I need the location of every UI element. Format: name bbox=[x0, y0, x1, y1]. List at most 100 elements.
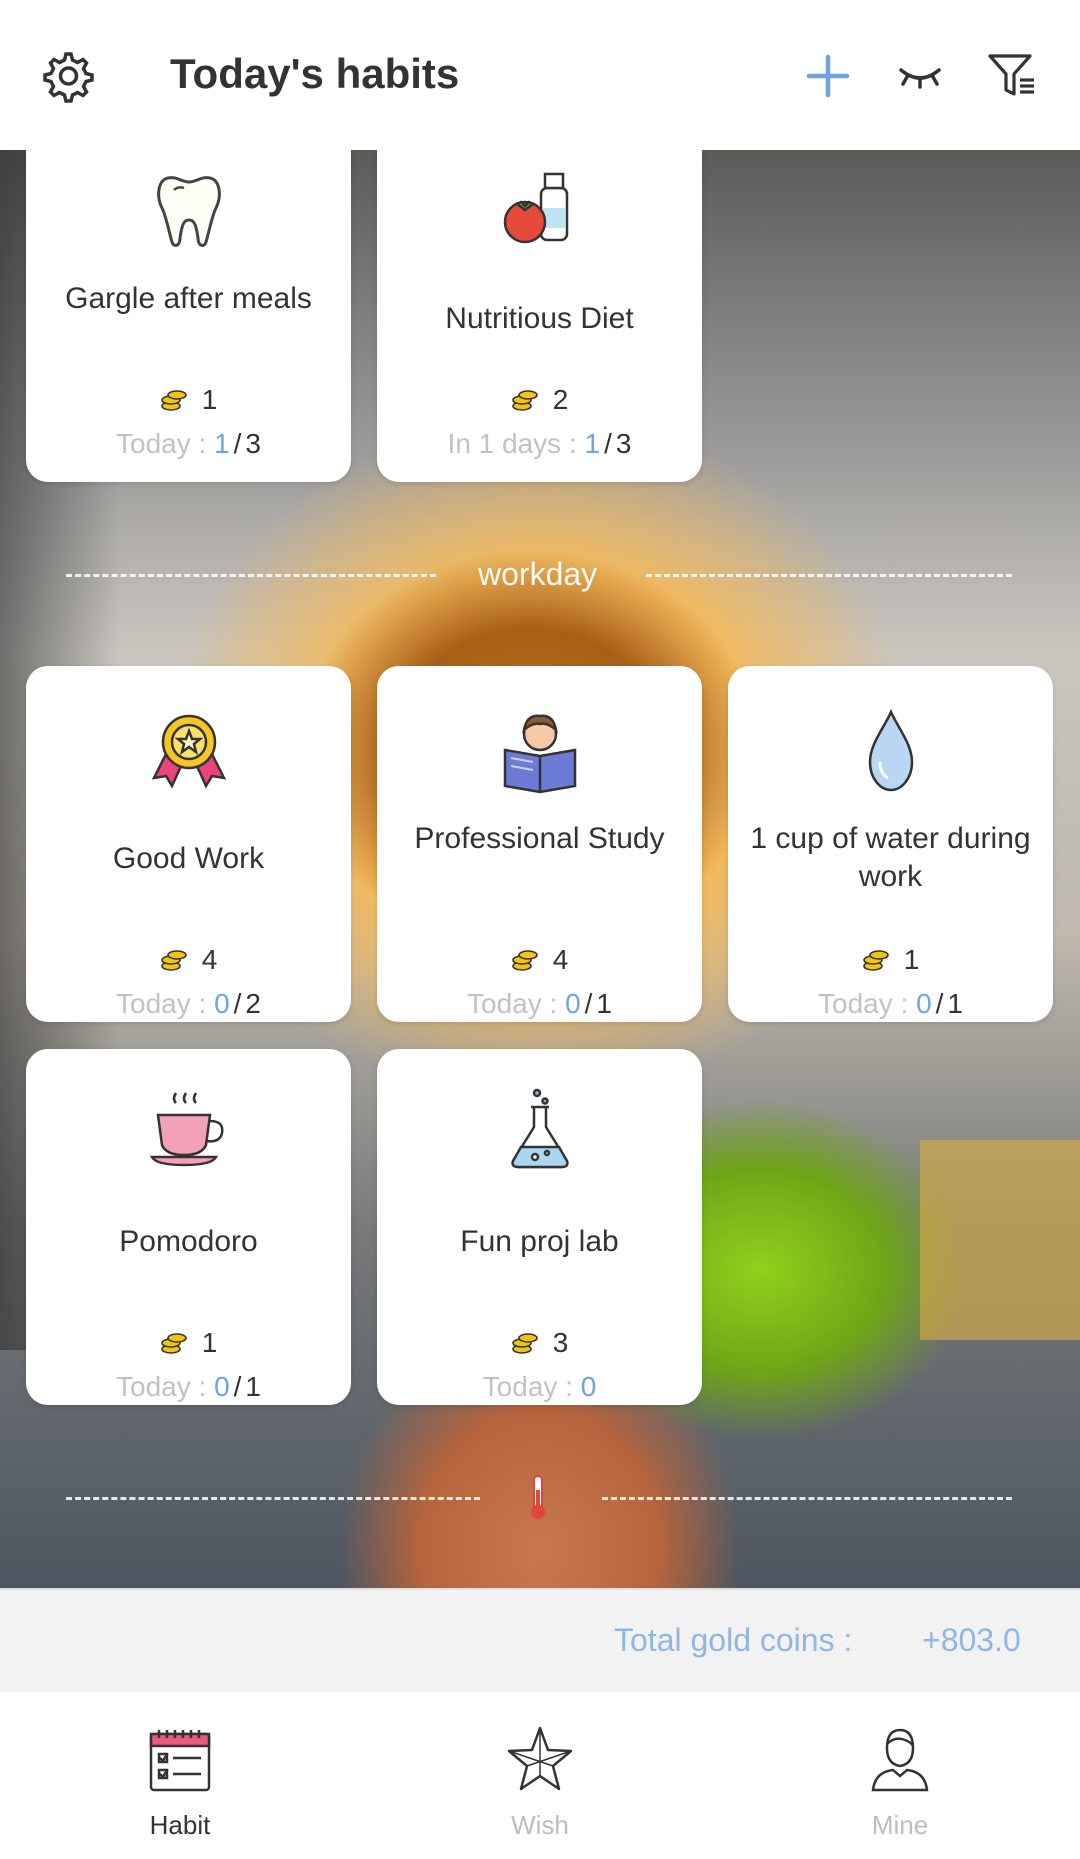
coin-count: 1 bbox=[903, 944, 920, 975]
progress-slash: / bbox=[233, 1371, 242, 1402]
habit-progress: Today : 0/2 bbox=[26, 988, 351, 1020]
progress-slash: / bbox=[233, 428, 242, 459]
coin-stack-icon bbox=[511, 1333, 538, 1354]
progress-label: Today : bbox=[467, 988, 558, 1019]
habit-card-fun-proj-lab[interactable]: Fun proj lab 3 Today : 0 bbox=[377, 1049, 702, 1405]
progress-label: Today : bbox=[116, 428, 207, 459]
coin-stack-icon bbox=[160, 390, 187, 411]
coin-stack-icon bbox=[160, 1333, 187, 1354]
filter-icon[interactable] bbox=[980, 44, 1044, 108]
nav-item-mine[interactable]: Mine bbox=[800, 1692, 1000, 1859]
thermometer-icon bbox=[526, 1474, 550, 1522]
person-icon bbox=[865, 1724, 935, 1794]
habit-coins: 1 bbox=[728, 944, 1053, 976]
habit-card-water[interactable]: 1 cup of water during work 1 Today : 0/1 bbox=[728, 666, 1053, 1022]
progress-done: 0 bbox=[214, 988, 230, 1019]
habit-progress: In 1 days : 1/3 bbox=[377, 428, 702, 460]
habit-name: Professional Study bbox=[414, 822, 665, 855]
habit-name: Good Work bbox=[112, 842, 265, 875]
progress-slash: / bbox=[233, 988, 242, 1019]
progress-total: 1 bbox=[947, 988, 963, 1019]
habit-coins: 4 bbox=[377, 944, 702, 976]
group-divider-left bbox=[66, 574, 436, 577]
group-divider-left bbox=[66, 1497, 480, 1500]
plus-icon[interactable] bbox=[796, 44, 860, 108]
habit-card-nutritious-diet[interactable]: Nutritious Diet 2 In 1 days : 1/3 bbox=[377, 130, 702, 482]
tomato-milk-icon bbox=[495, 164, 585, 254]
progress-total: 1 bbox=[596, 988, 612, 1019]
nav-label: Wish bbox=[511, 1810, 569, 1840]
total-coins-label: Total gold coins : bbox=[614, 1622, 853, 1658]
water-drop-icon bbox=[846, 706, 936, 796]
progress-total: 3 bbox=[245, 428, 261, 459]
coin-count: 4 bbox=[552, 944, 569, 975]
nav-item-habit[interactable]: Habit bbox=[80, 1692, 280, 1859]
habit-progress: Today : 1/3 bbox=[26, 428, 351, 460]
progress-done: 1 bbox=[584, 428, 601, 459]
bottom-nav: Habit Wish Mine bbox=[0, 1692, 1080, 1859]
medal-icon bbox=[144, 706, 234, 796]
habit-card-gargle[interactable]: Gargle after meals 1 Today : 1/3 bbox=[26, 130, 351, 482]
progress-slash: / bbox=[935, 988, 944, 1019]
total-bar bbox=[0, 1588, 1080, 1692]
progress-label: Today : bbox=[116, 988, 207, 1019]
progress-slash: / bbox=[584, 988, 593, 1019]
progress-label: In 1 days : bbox=[447, 428, 577, 459]
habit-coins: 1 bbox=[26, 384, 351, 416]
habit-card-pomodoro[interactable]: Pomodoro 1 Today : 0/1 bbox=[26, 1049, 351, 1405]
habit-name: Nutritious Diet bbox=[445, 302, 634, 335]
calendar-checklist-icon bbox=[145, 1724, 215, 1794]
coin-count: 1 bbox=[201, 384, 218, 415]
progress-done: 0 bbox=[916, 988, 932, 1019]
habit-coins: 2 bbox=[377, 384, 702, 416]
page-title: Today's habits bbox=[170, 50, 460, 97]
progress-total: 2 bbox=[245, 988, 261, 1019]
total-coins-value: +803.0 bbox=[922, 1622, 1021, 1658]
coin-stack-icon bbox=[511, 390, 538, 411]
progress-done: 0 bbox=[214, 1371, 230, 1402]
habit-name: Pomodoro bbox=[119, 1225, 258, 1258]
coin-count: 2 bbox=[552, 384, 569, 415]
habit-name: 1 cup of water during work bbox=[750, 822, 1031, 893]
habit-coins: 1 bbox=[26, 1327, 351, 1359]
habit-coins: 4 bbox=[26, 944, 351, 976]
progress-label: Today : bbox=[482, 1371, 573, 1402]
coin-count: 1 bbox=[201, 1327, 218, 1358]
star-icon bbox=[505, 1724, 575, 1794]
habit-progress: Today : 0/1 bbox=[26, 1371, 351, 1403]
flask-icon bbox=[495, 1085, 585, 1175]
group-divider-right bbox=[646, 574, 1012, 577]
progress-total: 1 bbox=[245, 1371, 261, 1402]
eye-closed-icon[interactable] bbox=[888, 44, 952, 108]
header: Today's habits bbox=[0, 0, 1080, 150]
nav-label: Mine bbox=[871, 1810, 929, 1840]
habit-card-professional-study[interactable]: Professional Study 4 Today : 0/1 bbox=[377, 666, 702, 1022]
progress-total: 3 bbox=[615, 428, 632, 459]
coin-stack-icon bbox=[511, 950, 538, 971]
progress-done: 0 bbox=[580, 1371, 597, 1402]
tea-cup-icon bbox=[144, 1085, 234, 1175]
coin-count: 4 bbox=[201, 944, 218, 975]
app: Today's habits Gargle after meals 1 Toda… bbox=[0, 0, 1080, 1859]
habit-coins: 3 bbox=[377, 1327, 702, 1359]
group-divider-right bbox=[602, 1497, 1012, 1500]
habit-progress: Today : 0 bbox=[377, 1371, 702, 1403]
nav-item-wish[interactable]: Wish bbox=[440, 1692, 640, 1859]
reading-person-icon bbox=[495, 706, 585, 796]
progress-slash: / bbox=[604, 428, 612, 459]
habit-progress: Today : 0/1 bbox=[728, 988, 1053, 1020]
progress-label: Today : bbox=[818, 988, 909, 1019]
gear-icon[interactable] bbox=[34, 44, 98, 108]
nav-label: Habit bbox=[149, 1810, 211, 1840]
progress-label: Today : bbox=[116, 1371, 207, 1402]
group-label-workday: workday bbox=[478, 556, 598, 592]
progress-done: 1 bbox=[214, 428, 230, 459]
habit-name: Gargle after meals bbox=[65, 282, 312, 315]
habit-name: Fun proj lab bbox=[460, 1225, 619, 1258]
coin-stack-icon bbox=[160, 950, 187, 971]
progress-done: 0 bbox=[565, 988, 581, 1019]
coin-count: 3 bbox=[552, 1327, 569, 1358]
tooth-icon bbox=[144, 164, 234, 254]
habit-card-good-work[interactable]: Good Work 4 Today : 0/2 bbox=[26, 666, 351, 1022]
habit-progress: Today : 0/1 bbox=[377, 988, 702, 1020]
